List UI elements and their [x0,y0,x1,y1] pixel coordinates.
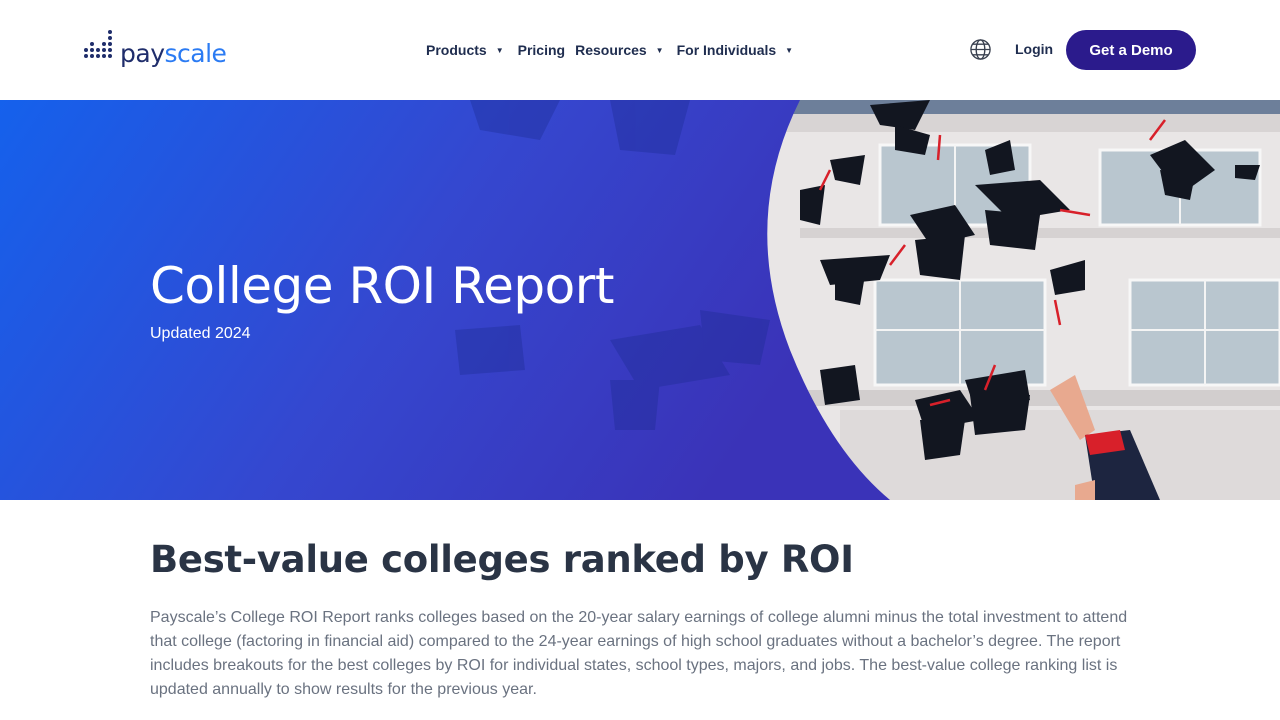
login-link[interactable]: Login [1015,41,1053,57]
nav-item-label: For Individuals [676,42,777,58]
hero-title: College ROI Report [150,257,614,315]
nav-item-products[interactable]: Products ▼ [426,42,504,58]
caret-down-icon: ▼ [495,45,504,55]
nav-item-label: Products [426,42,487,58]
logo-mark-icon [84,30,116,70]
nav-item-label: Resources [575,42,647,58]
section-description: Payscale’s College ROI Report ranks coll… [150,609,1128,698]
nav-item-for-individuals[interactable]: For Individuals ▼ [677,42,794,58]
section-heading: Best-value colleges ranked by ROI [150,538,854,581]
hero-subtitle: Updated 2024 [150,325,251,342]
site-header: payscale Products ▼ Pricing Resources ▼ … [0,0,1280,100]
globe-icon[interactable] [969,38,992,61]
caret-down-icon: ▼ [785,45,794,55]
main-nav: Products ▼ Pricing Resources ▼ For Indiv… [426,38,793,62]
hero-banner: College ROI Report Updated 2024 [0,100,1280,500]
nav-item-pricing[interactable]: Pricing [518,42,565,58]
nav-item-resources[interactable]: Resources ▼ [575,42,664,58]
caret-down-icon: ▼ [655,45,664,55]
get-a-demo-button[interactable]: Get a Demo [1066,30,1196,70]
nav-item-label: Pricing [517,42,566,58]
payscale-logo[interactable]: payscale [84,28,227,72]
logo-wordmark: payscale [120,38,227,68]
